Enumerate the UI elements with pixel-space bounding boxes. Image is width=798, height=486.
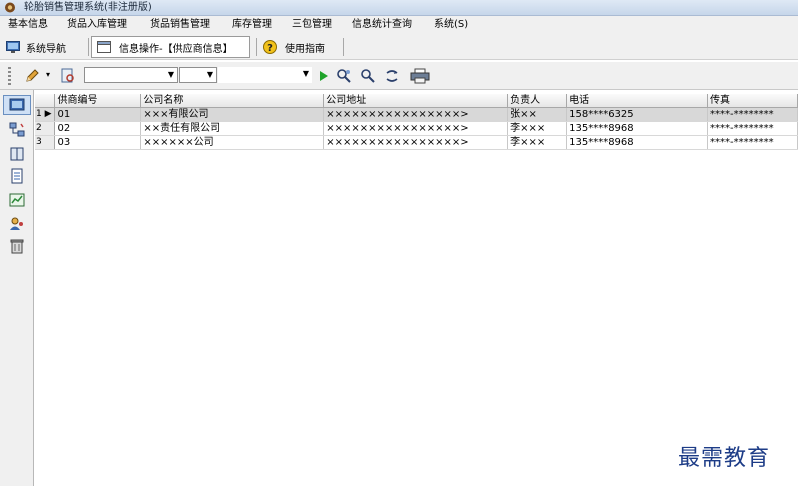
- menu-goods-sales[interactable]: 货品销售管理: [150, 18, 210, 32]
- window-icon: [97, 41, 111, 53]
- table-cell[interactable]: ××××××××××××××××>: [323, 121, 509, 136]
- sidebar-item-users[interactable]: [9, 216, 25, 232]
- table-row[interactable]: 3 03 ××××××公司 ××××××××××××××××> 李××× 135…: [35, 135, 798, 150]
- tab-separator: [343, 38, 344, 56]
- column-header[interactable]: 负责人: [507, 94, 568, 108]
- row-number[interactable]: 1 ▶: [35, 107, 56, 122]
- find-record-icon[interactable]: [60, 68, 76, 84]
- menu-statistics[interactable]: 信息统计查询: [352, 18, 412, 32]
- table-cell[interactable]: ××××××××××××××××>: [323, 107, 509, 122]
- menu-basic-info[interactable]: 基本信息: [8, 18, 48, 32]
- title-bar: 轮胎销售管理系统(非注册版): [0, 0, 798, 16]
- field-combo[interactable]: ▼: [84, 67, 178, 83]
- table-cell[interactable]: ×××有限公司: [140, 107, 325, 122]
- table-cell[interactable]: ****-********: [707, 121, 798, 136]
- table-cell[interactable]: ****-********: [707, 135, 798, 150]
- table-cell[interactable]: ****-********: [707, 107, 798, 122]
- menu-warranty[interactable]: 三包管理: [292, 18, 332, 32]
- sidebar: [0, 90, 34, 486]
- dropdown-arrow-icon[interactable]: ▾: [46, 70, 50, 79]
- column-header[interactable]: 公司名称: [140, 94, 325, 108]
- search-people-icon[interactable]: [336, 68, 352, 84]
- menu-bar: 基本信息 货品入库管理 货品销售管理 库存管理 三包管理 信息统计查询 系统(S…: [0, 16, 798, 34]
- table-cell[interactable]: ××××××公司: [140, 135, 325, 150]
- table-cell[interactable]: 135****8968: [566, 121, 708, 136]
- menu-goods-inbound[interactable]: 货品入库管理: [67, 18, 127, 32]
- table-cell[interactable]: 李×××: [507, 135, 568, 150]
- current-row-icon: ▶: [44, 109, 52, 119]
- column-header[interactable]: 传真: [707, 94, 798, 108]
- svg-text:?: ?: [267, 43, 273, 54]
- menu-system[interactable]: 系统(S): [434, 18, 468, 32]
- table-cell[interactable]: 02: [54, 121, 142, 136]
- table-cell[interactable]: 李×××: [507, 121, 568, 136]
- search-icon[interactable]: [360, 68, 376, 84]
- chevron-down-icon: ▼: [167, 70, 175, 79]
- tab-system-nav[interactable]: 系统导航: [6, 36, 84, 58]
- table-row[interactable]: 1 ▶ 01 ×××有限公司 ××××××××××××××××> 张×× 158…: [35, 107, 798, 122]
- tab-info-operation-label: 信息操作-【供应商信息】: [119, 43, 233, 55]
- table-cell[interactable]: 158****6325: [566, 107, 708, 122]
- pencil-icon[interactable]: [24, 68, 40, 84]
- monitor-icon: [6, 41, 20, 53]
- window-title: 轮胎销售管理系统(非注册版): [24, 2, 152, 13]
- chevron-down-icon: ▼: [206, 70, 214, 79]
- sidebar-item-document[interactable]: [9, 168, 25, 184]
- column-header[interactable]: 供商编号: [54, 94, 142, 108]
- sidebar-item-network[interactable]: [9, 122, 25, 138]
- supplier-grid: 供商编号 公司名称 公司地址 负责人 电话 传真 1 ▶ 01 ×××有限公司 …: [35, 94, 798, 486]
- sidebar-item-trash[interactable]: [9, 238, 25, 254]
- table-cell[interactable]: 135****8968: [566, 135, 708, 150]
- table-cell[interactable]: 03: [54, 135, 142, 150]
- sidebar-item-chart[interactable]: [9, 192, 25, 208]
- table-cell[interactable]: ××责任有限公司: [140, 121, 325, 136]
- tab-info-operation[interactable]: 信息操作-【供应商信息】: [91, 36, 250, 58]
- toolbar: ▾ ▼ ▼ ▼: [0, 62, 798, 90]
- tab-user-guide[interactable]: ? 使用指南: [263, 36, 341, 58]
- sidebar-item-book[interactable]: [9, 146, 25, 162]
- supplier-table: 供商编号 公司名称 公司地址 负责人 电话 传真 1 ▶ 01 ×××有限公司 …: [35, 94, 798, 150]
- sidebar-item-info[interactable]: [9, 97, 25, 113]
- help-icon: ?: [263, 40, 277, 54]
- tab-user-guide-label: 使用指南: [285, 43, 325, 55]
- column-header[interactable]: 电话: [566, 94, 708, 108]
- tab-bar: 系统导航 信息操作-【供应商信息】 ? 使用指南: [0, 34, 798, 60]
- table-row[interactable]: 2 02 ××责任有限公司 ××××××××××××××××> 李××× 135…: [35, 121, 798, 136]
- column-header[interactable]: 公司地址: [323, 94, 509, 108]
- table-header-row: 供商编号 公司名称 公司地址 负责人 电话 传真: [35, 94, 798, 108]
- menu-inventory[interactable]: 库存管理: [232, 18, 272, 32]
- printer-icon[interactable]: [410, 68, 430, 84]
- refresh-icon[interactable]: [384, 68, 400, 84]
- row-number[interactable]: 2: [35, 121, 56, 136]
- row-header-corner: [35, 94, 56, 108]
- value-combo[interactable]: ▼: [218, 67, 312, 83]
- play-icon[interactable]: [316, 68, 332, 84]
- chevron-down-icon: ▼: [302, 69, 310, 78]
- tab-separator: [256, 38, 257, 56]
- table-cell[interactable]: ××××××××××××××××>: [323, 135, 509, 150]
- row-number[interactable]: 3: [35, 135, 56, 150]
- table-cell[interactable]: 01: [54, 107, 142, 122]
- watermark: 最需教育: [678, 446, 771, 471]
- operator-combo[interactable]: ▼: [179, 67, 217, 83]
- tab-system-nav-label: 系统导航: [26, 43, 66, 55]
- table-cell[interactable]: 张××: [507, 107, 568, 122]
- app-icon: [5, 2, 15, 13]
- toolbar-grip[interactable]: [8, 67, 11, 85]
- tab-separator: [88, 38, 89, 56]
